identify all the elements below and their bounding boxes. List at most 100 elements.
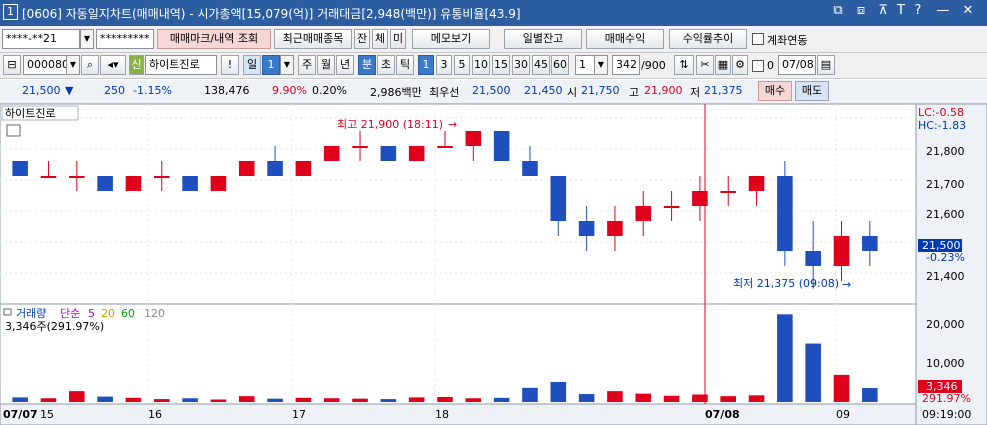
- period-year-button[interactable]: 년: [336, 55, 354, 75]
- candle-body: [465, 131, 482, 146]
- compare-icon[interactable]: ⇅: [674, 55, 694, 75]
- period-second-button[interactable]: 초: [377, 55, 395, 75]
- open-price: 21,750: [581, 84, 620, 97]
- account-dropdown-icon[interactable]: ▼: [80, 29, 94, 49]
- interval-dropdown-icon[interactable]: ▼: [594, 55, 608, 75]
- minute-60-button[interactable]: 60: [551, 55, 569, 75]
- pin-icon[interactable]: ⊼: [875, 3, 891, 18]
- unfilled-button[interactable]: 미: [390, 29, 406, 49]
- volume-bar: [522, 387, 538, 402]
- custom-interval-field[interactable]: 1: [575, 55, 595, 75]
- candle-body: [437, 146, 453, 148]
- period-tick-button[interactable]: 틱: [396, 55, 414, 75]
- price-tick: 21,800: [926, 145, 965, 158]
- minute-1-button[interactable]: 1: [418, 55, 434, 75]
- minute-30-button[interactable]: 30: [512, 55, 530, 75]
- minute-3-button[interactable]: 3: [436, 55, 452, 75]
- volume-bar: [352, 398, 368, 402]
- volume-bar: [578, 394, 595, 402]
- search-icon[interactable]: ⌕: [81, 55, 99, 75]
- title-bar: 1 [0606] 자동일지차트(매매내역) - 시가총액[15,079(억)] …: [0, 0, 987, 26]
- pane-stock-name: 하이트진로: [5, 106, 56, 120]
- stock-name-field[interactable]: 하이트진로: [145, 55, 217, 75]
- period-month-button[interactable]: 월: [317, 55, 335, 75]
- low-arrow-icon: →: [842, 278, 851, 291]
- period-day-button[interactable]: 일: [243, 55, 261, 75]
- memo-view-button[interactable]: 메모보기: [412, 29, 490, 49]
- minute-5-button[interactable]: 5: [454, 55, 470, 75]
- trade-profit-button[interactable]: 매매수익: [586, 29, 664, 49]
- trade-mark-query-button[interactable]: 매매마크/내역 조회: [157, 29, 271, 49]
- daily-balance-button[interactable]: 일별잔고: [504, 29, 582, 49]
- volume-bar: [607, 391, 623, 402]
- period-count-field[interactable]: 1: [262, 55, 280, 75]
- password-field[interactable]: *********: [96, 29, 154, 49]
- period-week-button[interactable]: 주: [298, 55, 316, 75]
- candle-body: [550, 176, 567, 221]
- volume-bar: [69, 391, 85, 402]
- candle-body: [663, 206, 680, 208]
- code-dropdown-icon[interactable]: ▼: [66, 55, 80, 75]
- volume-bar: [833, 374, 850, 402]
- volume-label: 거래량: [16, 307, 46, 320]
- close-icon[interactable]: ✕: [960, 3, 976, 18]
- minimize-icon[interactable]: —: [935, 3, 951, 18]
- help-icon[interactable]: ?: [910, 3, 926, 18]
- alert-icon[interactable]: !: [221, 55, 239, 75]
- chart-area[interactable]: 하이트진로 최고 21,900 (18:11) → 최저 21,375 (09:…: [0, 104, 987, 425]
- candle-body: [295, 161, 312, 176]
- date-field[interactable]: 07/08: [778, 55, 816, 75]
- save-icon[interactable]: ▦: [715, 55, 731, 75]
- speaker-icon[interactable]: ◂▾: [100, 55, 126, 75]
- return-trend-button[interactable]: 수익률추이: [669, 29, 747, 49]
- candle-body: [692, 191, 708, 206]
- grid-toggle-icon[interactable]: [6, 124, 21, 137]
- bars-shown-field[interactable]: 342: [612, 55, 640, 75]
- period-dropdown-icon[interactable]: ▼: [280, 55, 294, 75]
- calendar-icon[interactable]: ▤: [817, 55, 835, 75]
- recent-trades-button[interactable]: 최근매매종목: [274, 29, 352, 49]
- minute-10-button[interactable]: 10: [472, 55, 490, 75]
- open-label: 시: [567, 86, 578, 99]
- date-checkbox[interactable]: [752, 60, 764, 72]
- x-tick: 18: [435, 408, 449, 421]
- candle-body: [352, 146, 368, 148]
- candle-body: [805, 251, 821, 266]
- current-volume-pct: 291.97%: [922, 392, 971, 405]
- filled-button[interactable]: 체: [372, 29, 388, 49]
- layout-icon[interactable]: ⧈: [853, 3, 869, 18]
- account-field[interactable]: ****-**21: [2, 29, 80, 49]
- draw-tool-icon[interactable]: ✂: [696, 55, 714, 75]
- restore-icon[interactable]: ⧉: [830, 3, 846, 18]
- x-tick: 07/08: [705, 408, 740, 421]
- candle-body: [748, 176, 765, 191]
- sell-button[interactable]: 매도: [795, 81, 829, 101]
- font-icon[interactable]: T: [893, 3, 909, 18]
- time-label: 09:19:00: [922, 408, 971, 421]
- volume-pane-icon[interactable]: [3, 308, 12, 316]
- link-account-checkbox[interactable]: [752, 33, 764, 45]
- x-tick: 15: [40, 408, 54, 421]
- candle-body: [607, 221, 623, 236]
- price-tick: 21,400: [926, 270, 965, 283]
- stock-code-field[interactable]: 000080: [23, 55, 69, 75]
- candle-body: [97, 176, 113, 191]
- volume-bar: [777, 314, 793, 402]
- quote-bar: 21,500 ▼ 250 -1.15% 138,476 9.90% 0.20% …: [0, 80, 987, 104]
- volume-bar: [748, 395, 765, 402]
- candle-body: [380, 146, 397, 161]
- price-tick: 21,700: [926, 178, 965, 191]
- buy-button[interactable]: 매수: [758, 81, 792, 101]
- ma60-label: 60: [121, 307, 135, 320]
- chart-settings-icon[interactable]: ⊟: [3, 55, 21, 75]
- volume-bar: [12, 397, 28, 402]
- period-minute-button[interactable]: 분: [358, 55, 376, 75]
- toolbar-account: ****-**21 ▼ ********* 매매마크/내역 조회 최근매매종목 …: [0, 26, 987, 53]
- volume-bar: [550, 381, 567, 402]
- minute-45-button[interactable]: 45: [532, 55, 550, 75]
- gear-icon[interactable]: ⚙: [732, 55, 748, 75]
- balance-button[interactable]: 잔: [354, 29, 370, 49]
- volume-tick: 10,000: [926, 357, 965, 370]
- minute-15-button[interactable]: 15: [492, 55, 510, 75]
- trade-amount: 2,986백만: [370, 86, 422, 99]
